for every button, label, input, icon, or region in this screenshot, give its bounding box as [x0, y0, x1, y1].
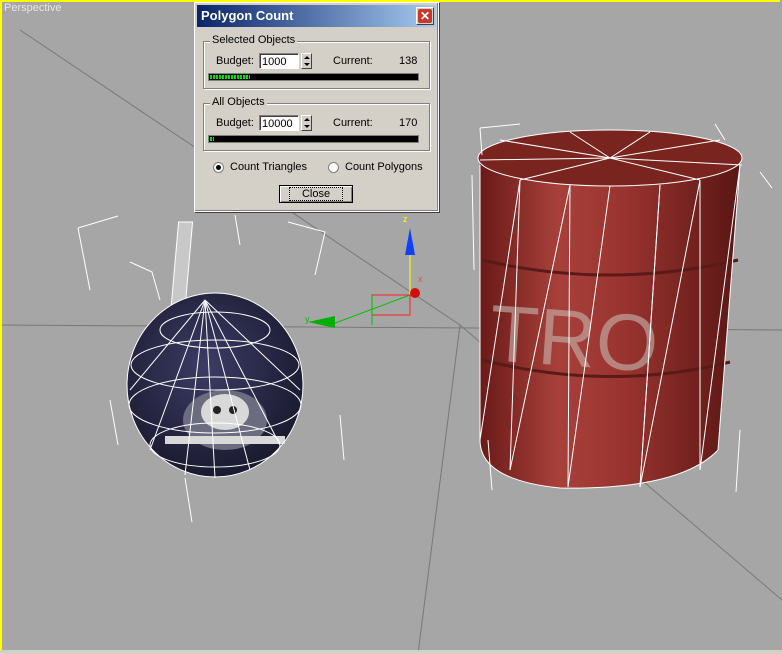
- selected-objects-label: Selected Objects: [210, 34, 298, 46]
- selected-budget-input[interactable]: 1000: [259, 53, 299, 69]
- all-budget-spinner[interactable]: [301, 115, 312, 131]
- bottom-edge: [0, 650, 782, 654]
- polygon-count-dialog: Polygon Count ✕ Selected Objects Budget:…: [194, 2, 439, 212]
- bomb-object: [77, 214, 345, 523]
- selected-current-value: 138: [399, 55, 418, 67]
- selected-budget-label: Budget:: [216, 55, 254, 67]
- all-current-label: Current:: [333, 117, 373, 129]
- count-triangles-label[interactable]: Count Triangles: [230, 161, 307, 173]
- barrel-object: TRO: [471, 123, 773, 493]
- x-axis-label: x: [418, 274, 423, 284]
- all-objects-label: All Objects: [210, 96, 267, 108]
- perspective-viewport[interactable]: TRO z x y Perspective Polygon Count ✕ Se…: [0, 0, 782, 654]
- dialog-title: Polygon Count: [201, 8, 294, 23]
- all-budget-label: Budget:: [216, 117, 254, 129]
- all-progress-fill: [210, 137, 214, 141]
- dialog-close-button[interactable]: ✕: [416, 7, 434, 25]
- count-polygons-label[interactable]: Count Polygons: [345, 161, 423, 173]
- close-button[interactable]: Close: [279, 185, 353, 203]
- transform-gizmo: [308, 228, 420, 328]
- count-triangles-radio[interactable]: [213, 162, 224, 173]
- selected-objects-group: Selected Objects Budget: 1000 Current: 1…: [203, 34, 430, 89]
- close-icon: ✕: [418, 9, 432, 23]
- selected-progress-bar: [208, 73, 419, 81]
- selected-current-label: Current:: [333, 55, 373, 67]
- svg-text:TRO: TRO: [487, 288, 662, 389]
- close-button-label: Close: [288, 187, 344, 201]
- z-axis-label: z: [403, 214, 408, 224]
- count-polygons-radio[interactable]: [328, 162, 339, 173]
- all-budget-input[interactable]: 10000: [259, 115, 299, 131]
- viewport-label[interactable]: Perspective: [4, 2, 61, 14]
- dialog-title-bar[interactable]: Polygon Count: [197, 5, 436, 27]
- y-axis-label: y: [305, 314, 310, 324]
- selected-progress-fill: [210, 75, 250, 79]
- all-current-value: 170: [399, 117, 418, 129]
- all-objects-group: All Objects Budget: 10000 Current: 170: [203, 96, 430, 151]
- selected-budget-spinner[interactable]: [301, 53, 312, 69]
- all-progress-bar: [208, 135, 419, 143]
